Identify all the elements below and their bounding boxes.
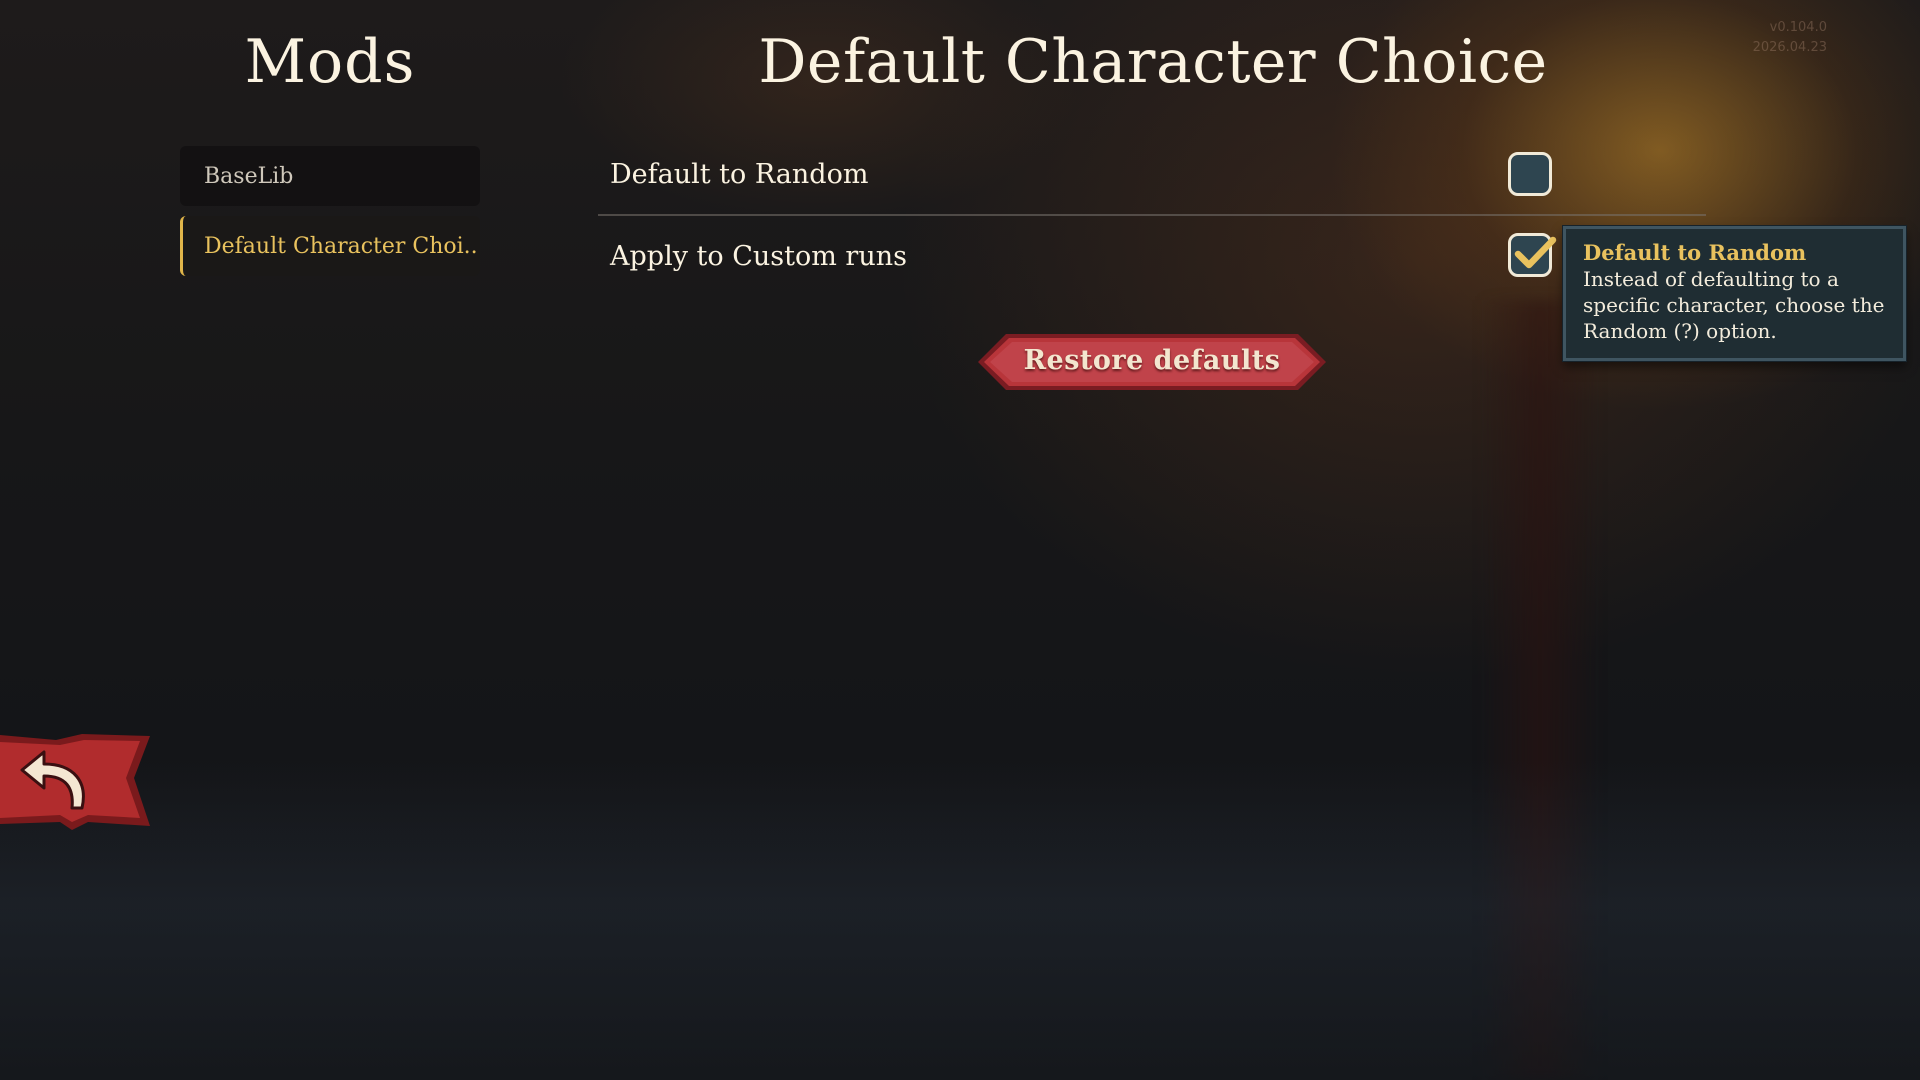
- restore-defaults-button[interactable]: Restore defaults: [976, 333, 1328, 391]
- setting-label-default-to-random: Default to Random: [610, 159, 869, 190]
- background-mist: [0, 760, 1920, 1080]
- mod-list: BaseLib Default Character Choi..: [180, 146, 480, 286]
- back-button[interactable]: [0, 732, 152, 830]
- setting-label-apply-to-custom-runs: Apply to Custom runs: [610, 241, 907, 272]
- sidebar-title: Mods: [244, 27, 416, 97]
- settings-list: Default to Random Apply to Custom runs: [598, 135, 1706, 297]
- back-arrow-icon: [0, 734, 150, 830]
- apply-to-custom-runs-checkbox[interactable]: [1508, 233, 1557, 277]
- tooltip-body-line: Random (?) option.: [1583, 319, 1777, 343]
- page-title: Default Character Choice: [758, 27, 1548, 97]
- version-number: v0.104.0: [1769, 20, 1827, 35]
- tooltip-title: Default to Random: [1583, 240, 1807, 265]
- version-date: 2026.04.23: [1752, 40, 1827, 55]
- mod-settings-screen: v0.104.0 2026.04.23 Mods Default Charact…: [0, 0, 1920, 1080]
- tooltip-body: Instead of defaulting to a specific char…: [1583, 266, 1889, 344]
- tooltip-body-line: Instead of defaulting to a: [1583, 267, 1839, 291]
- tooltip-body-line: specific character, choose the: [1583, 293, 1885, 317]
- restore-defaults-label: Restore defaults: [1023, 345, 1281, 376]
- version-info: v0.104.0 2026.04.23: [1753, 18, 1827, 58]
- mod-item-baselib[interactable]: BaseLib: [180, 146, 480, 206]
- setting-row-default-to-random: Default to Random: [598, 135, 1706, 216]
- checkmark-icon: [1514, 236, 1557, 269]
- mod-item-default-character-choice[interactable]: Default Character Choi..: [180, 216, 480, 276]
- tooltip: Default to Random Instead of defaulting …: [1563, 226, 1906, 361]
- setting-row-apply-to-custom-runs: Apply to Custom runs: [598, 216, 1706, 297]
- default-to-random-checkbox[interactable]: [1508, 152, 1552, 196]
